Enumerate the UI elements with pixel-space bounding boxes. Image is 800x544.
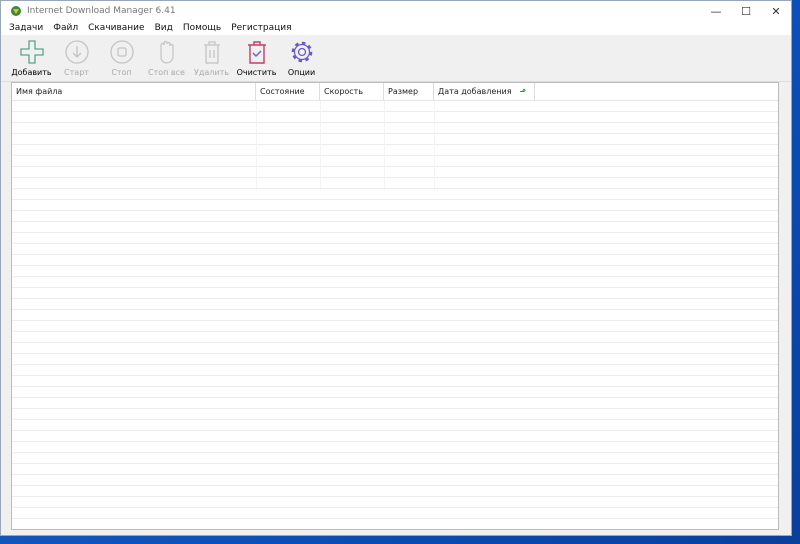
column-filename[interactable]: Имя файла xyxy=(12,83,256,100)
clear-trash-icon xyxy=(247,41,266,64)
add-button[interactable]: Добавить xyxy=(9,35,54,81)
column-speed[interactable]: Скорость xyxy=(320,83,384,100)
sort-indicator-icon: ⬏ xyxy=(519,87,527,96)
list-header: Имя файла Состояние Скорость Размер Дата… xyxy=(12,83,778,101)
menu-help[interactable]: Помощь xyxy=(183,23,221,33)
window-title: Internet Download Manager 6.41 xyxy=(27,6,176,16)
column-size[interactable]: Размер xyxy=(384,83,434,100)
maximize-button[interactable]: ☐ xyxy=(731,1,761,21)
plus-icon xyxy=(19,40,44,64)
column-date-added[interactable]: Дата добавления ⬏ xyxy=(434,83,535,100)
menu-tasks[interactable]: Задачи xyxy=(9,23,43,33)
menu-registration[interactable]: Регистрация xyxy=(231,23,291,33)
hand-icon xyxy=(159,40,174,64)
download-list[interactable]: Имя файла Состояние Скорость Размер Дата… xyxy=(11,82,779,530)
column-divider xyxy=(434,101,435,191)
list-rows xyxy=(12,101,778,529)
column-divider xyxy=(256,101,257,191)
column-divider xyxy=(320,101,321,191)
trash-icon xyxy=(203,41,220,64)
menu-bar: Задачи Файл Скачивание Вид Помощь Регист… xyxy=(1,21,791,35)
start-button[interactable]: Старт xyxy=(54,35,99,81)
stop-all-button[interactable]: Стоп все xyxy=(144,35,189,81)
title-bar: Internet Download Manager 6.41 — ☐ ✕ xyxy=(1,1,791,21)
menu-view[interactable]: Вид xyxy=(155,23,173,33)
stop-icon xyxy=(109,40,134,64)
toolbar: Добавить Старт Стоп Стоп все Удалить Очи… xyxy=(1,35,791,82)
gear-icon xyxy=(291,41,312,63)
close-button[interactable]: ✕ xyxy=(761,1,791,21)
column-divider xyxy=(384,101,385,191)
delete-button[interactable]: Удалить xyxy=(189,35,234,81)
minimize-button[interactable]: — xyxy=(701,1,731,21)
stop-button[interactable]: Стоп xyxy=(99,35,144,81)
menu-file[interactable]: Файл xyxy=(53,23,78,33)
column-status[interactable]: Состояние xyxy=(256,83,320,100)
menu-downloads[interactable]: Скачивание xyxy=(88,23,145,33)
idm-logo-icon xyxy=(11,6,21,16)
options-button[interactable]: Опции xyxy=(279,35,324,81)
clear-button[interactable]: Очистить xyxy=(234,35,279,81)
download-arrow-icon xyxy=(64,40,89,64)
